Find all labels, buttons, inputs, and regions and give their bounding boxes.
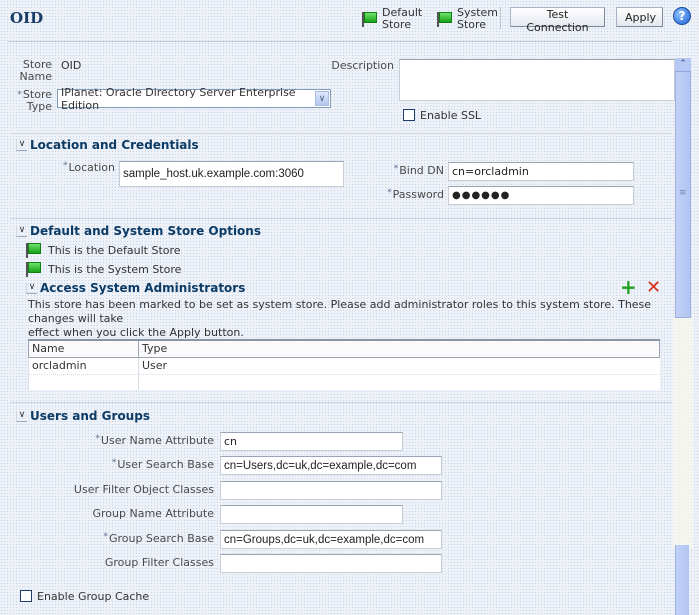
group-filter-classes-label: Group Filter Classes <box>104 556 214 569</box>
password-input[interactable] <box>448 186 634 205</box>
user-filter-object-classes-input[interactable] <box>220 481 442 500</box>
table-row-empty <box>28 373 660 390</box>
system-store-status: This is the System Store <box>26 261 181 277</box>
add-icon[interactable]: + <box>620 277 637 297</box>
scrollbar-track[interactable] <box>673 318 693 548</box>
group-name-attribute-input[interactable] <box>220 505 403 524</box>
system-store-indicator: System Store <box>437 7 498 31</box>
group-search-base-label: *Group Search Base <box>103 532 214 545</box>
test-connection-button[interactable]: Test Connection <box>510 7 605 34</box>
location-input[interactable] <box>119 161 344 187</box>
group-search-base-input[interactable] <box>220 530 442 549</box>
admins-section-header[interactable]: ∨ Access System Administrators <box>26 281 245 295</box>
green-flag-icon <box>26 242 41 258</box>
table-row[interactable]: orcladmin User <box>28 357 660 374</box>
chevron-down-icon[interactable]: ∨ <box>16 410 27 422</box>
users-groups-section-header[interactable]: ∨ Users and Groups <box>16 409 150 423</box>
green-flag-icon <box>362 11 377 27</box>
chevron-down-icon[interactable]: ∨ <box>16 225 27 237</box>
enable-group-cache-label: Enable Group Cache <box>37 590 150 603</box>
enable-ssl-checkbox[interactable] <box>403 109 415 121</box>
section-divider <box>10 133 672 134</box>
chevron-down-icon[interactable]: ∨ <box>26 282 37 294</box>
store-name-value: OID <box>61 59 82 72</box>
store-options-section-header[interactable]: ∨ Default and System Store Options <box>16 224 261 238</box>
group-filter-classes-input[interactable] <box>220 554 442 573</box>
store-type-label: *Store Type <box>17 88 52 113</box>
store-type-select[interactable]: IPlanet: Oracle Directory Server Enterpr… <box>57 86 331 112</box>
help-icon[interactable]: ? <box>673 7 691 25</box>
apply-button[interactable]: Apply <box>616 7 663 27</box>
user-search-base-input[interactable] <box>220 456 442 475</box>
enable-ssl-label: Enable SSL <box>420 109 482 122</box>
user-search-base-label: *User Search Base <box>111 458 214 471</box>
default-store-indicator: Default Store <box>362 7 422 31</box>
group-name-attribute-label: Group Name Attribute <box>92 507 214 520</box>
scroll-grip-icon[interactable]: ≡ <box>679 188 687 198</box>
user-name-attribute-input[interactable] <box>220 432 403 451</box>
delete-icon[interactable]: ✕ <box>646 279 661 297</box>
description-label: Description <box>331 59 394 72</box>
column-header-name[interactable]: Name <box>28 339 139 358</box>
description-textarea[interactable] <box>399 59 675 101</box>
user-name-attribute-label: *User Name Attribute <box>95 434 214 447</box>
green-flag-icon <box>26 261 41 277</box>
section-divider <box>10 218 672 219</box>
location-section-header[interactable]: ∨ Location and Credentials <box>16 138 199 152</box>
user-filter-object-classes-label: User Filter Object Classes <box>73 483 214 496</box>
vertical-scrollbar-lower[interactable] <box>675 545 689 615</box>
bind-dn-input[interactable] <box>448 162 634 181</box>
enable-group-cache-checkbox[interactable] <box>20 590 32 602</box>
cell-type: User <box>138 357 660 374</box>
password-label: *Password <box>387 188 444 201</box>
bind-dn-label: *Bind DN <box>393 164 444 177</box>
column-header-type[interactable]: Type <box>138 339 660 358</box>
store-name-label: Store Name <box>19 58 52 83</box>
admins-table: Name Type orcladmin User <box>28 339 660 390</box>
admins-info-text: This store has been marked to be set as … <box>28 298 652 339</box>
location-label: *Location <box>62 161 115 174</box>
default-store-status: This is the Default Store <box>26 242 181 258</box>
chevron-down-icon[interactable]: ∨ <box>315 91 329 106</box>
header-divider <box>8 41 672 42</box>
scroll-up-icon[interactable]: ⌃ <box>675 58 691 72</box>
page-title: OID <box>10 9 44 27</box>
chevron-down-icon[interactable]: ∨ <box>16 139 27 151</box>
cell-name: orcladmin <box>28 357 139 374</box>
toolbar-separator <box>500 7 501 29</box>
green-flag-icon <box>437 11 452 27</box>
section-divider <box>10 402 672 403</box>
